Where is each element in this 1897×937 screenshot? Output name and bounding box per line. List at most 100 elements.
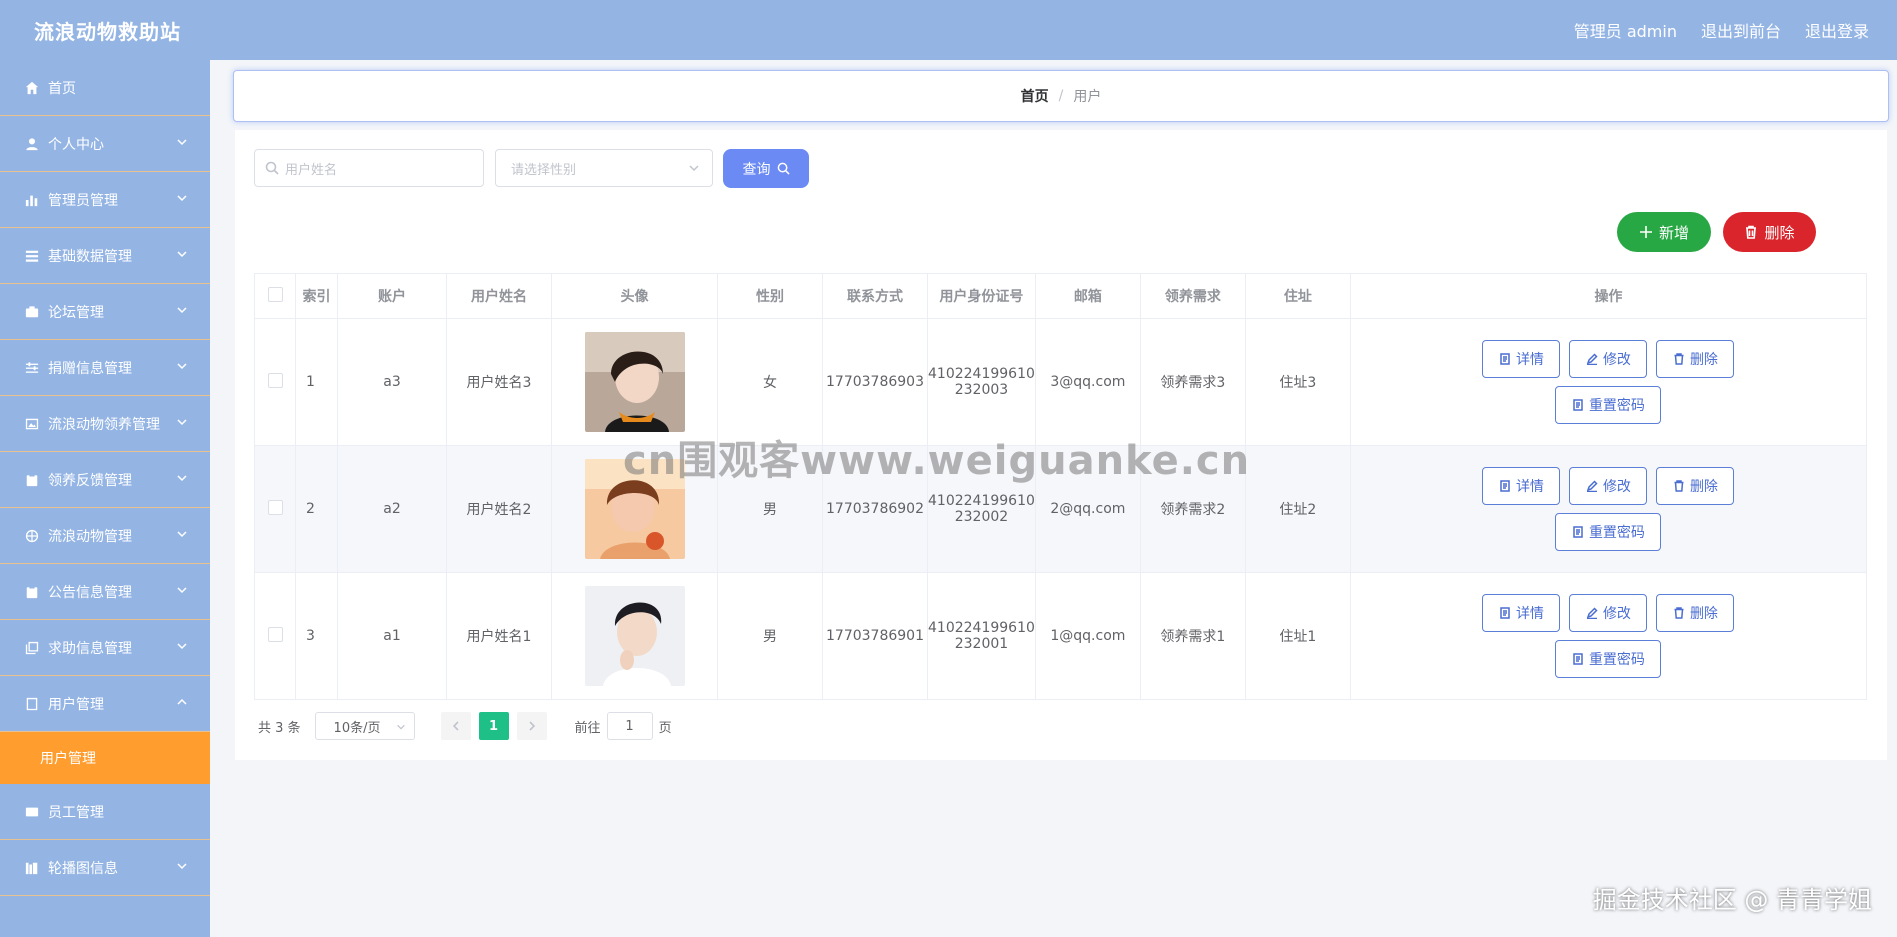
row-select-cell <box>254 572 296 700</box>
page-number-active[interactable]: 1 <box>478 712 509 740</box>
breadcrumb-home[interactable]: 首页 <box>1021 86 1049 106</box>
sidebar-item-forum[interactable]: 论坛管理 <box>0 284 210 340</box>
avatar[interactable] <box>584 459 685 559</box>
reset-password-button[interactable]: 重置密码 <box>1555 386 1662 424</box>
next-page-button[interactable] <box>516 712 547 740</box>
row-checkbox[interactable] <box>267 626 283 642</box>
document-icon <box>1500 480 1510 492</box>
trash-icon <box>1674 480 1684 492</box>
chevron-right-icon <box>528 721 535 731</box>
query-button[interactable]: 查询 <box>723 149 809 188</box>
row-checkbox[interactable] <box>267 372 283 388</box>
cell-address: 住址1 <box>1244 572 1351 700</box>
cell-actions: 详情 修改 删除 重置密码 <box>1349 572 1868 700</box>
id-number-line: 232001 <box>954 636 1009 652</box>
sidebar-item-notice[interactable]: 公告信息管理 <box>0 564 210 620</box>
document-icon <box>24 696 40 712</box>
cell-email: 2@qq.com <box>1034 445 1141 573</box>
page-size-select[interactable]: 10条/页 <box>314 712 415 740</box>
cell-id-number: 410224199610 232002 <box>927 445 1036 573</box>
detail-button[interactable]: 详情 <box>1482 467 1561 505</box>
select-all-checkbox[interactable] <box>267 286 283 302</box>
sidebar-subitem-user-management[interactable]: 用户管理 <box>0 732 210 784</box>
cell-name: 用户姓名2 <box>446 445 552 573</box>
id-number-line: 410224199610 <box>928 493 1035 509</box>
detail-button[interactable]: 详情 <box>1482 340 1561 378</box>
chevron-down-icon <box>176 136 188 152</box>
sidebar-item-label: 管理员管理 <box>48 192 118 209</box>
sliders-icon <box>24 360 40 376</box>
cell-id-number: 410224199610 232003 <box>927 318 1036 446</box>
search-name-placeholder: 用户姓名 <box>285 162 338 178</box>
admin-user-label[interactable]: 管理员 admin <box>1574 18 1677 42</box>
delete-button[interactable]: 删除 <box>1656 467 1735 505</box>
sidebar-item-profile[interactable]: 个人中心 <box>0 116 210 172</box>
table-row: 1 a3 用户姓名3 女 17703786903 410224199610 23… <box>254 318 1868 446</box>
sidebar-item-help[interactable]: 求助信息管理 <box>0 620 210 676</box>
reset-password-button[interactable]: 重置密码 <box>1555 640 1662 678</box>
top-header: 流浪动物救助站 管理员 admin 退出到前台 退出登录 <box>0 0 1897 60</box>
logout-link[interactable]: 退出登录 <box>1805 18 1869 42</box>
book-icon <box>24 860 40 876</box>
sidebar-item-home[interactable]: 首页 <box>0 60 210 116</box>
page-jumper: 前往 1 页 <box>575 712 672 740</box>
edit-button[interactable]: 修改 <box>1569 467 1648 505</box>
sidebar-item-donation[interactable]: 捐赠信息管理 <box>0 340 210 396</box>
image-icon <box>24 416 40 432</box>
avatar[interactable] <box>584 586 685 686</box>
copy-icon <box>24 640 40 656</box>
sidebar-item-staff[interactable]: 员工管理 <box>0 784 210 840</box>
avatar[interactable] <box>584 332 685 432</box>
edit-button[interactable]: 修改 <box>1569 340 1648 378</box>
detail-button[interactable]: 详情 <box>1482 594 1561 632</box>
reset-password-label: 重置密码 <box>1588 398 1645 414</box>
cell-need: 领养需求3 <box>1139 318 1246 446</box>
exit-to-front-link[interactable]: 退出到前台 <box>1701 18 1781 42</box>
clipboard-icon <box>24 472 40 488</box>
chevron-down-icon <box>176 416 188 432</box>
edit-button-label: 修改 <box>1602 479 1631 495</box>
trash-icon <box>1674 607 1684 619</box>
cell-name: 用户姓名3 <box>446 318 552 446</box>
batch-delete-button[interactable]: 删除 <box>1723 212 1816 252</box>
column-header: 邮箱 <box>1034 273 1141 319</box>
chevron-down-icon <box>176 248 188 264</box>
home-icon <box>24 80 40 96</box>
sidebar-item-label: 领养反馈管理 <box>48 472 132 489</box>
footer-watermark: 掘金技术社区 @ 青青学姐 <box>1592 886 1872 914</box>
page-size-value: 10条/页 <box>333 720 381 736</box>
sidebar-item-label: 基础数据管理 <box>48 248 132 265</box>
document-icon <box>1500 353 1510 365</box>
reset-password-button[interactable]: 重置密码 <box>1555 513 1662 551</box>
prev-page-button[interactable] <box>440 712 471 740</box>
sidebar-item-users[interactable]: 用户管理 <box>0 676 210 732</box>
sidebar-item-feedback[interactable]: 领养反馈管理 <box>0 452 210 508</box>
delete-button[interactable]: 删除 <box>1656 594 1735 632</box>
column-header: 操作 <box>1349 273 1868 319</box>
sidebar-item-adoption[interactable]: 流浪动物领养管理 <box>0 396 210 452</box>
column-header: 性别 <box>717 273 823 319</box>
delete-button[interactable]: 删除 <box>1656 340 1735 378</box>
sidebar-item-animals[interactable]: 流浪动物管理 <box>0 508 210 564</box>
page-jumper-input[interactable]: 1 <box>606 712 653 740</box>
edit-icon <box>1586 353 1598 365</box>
chevron-down-icon <box>176 640 188 656</box>
row-checkbox[interactable] <box>267 499 283 515</box>
edit-button-label: 修改 <box>1602 352 1631 368</box>
document-icon <box>1573 653 1583 665</box>
sidebar-item-base-data[interactable]: 基础数据管理 <box>0 228 210 284</box>
search-name-input[interactable]: 用户姓名 <box>254 149 484 187</box>
sidebar-item-admins[interactable]: 管理员管理 <box>0 172 210 228</box>
cell-need: 领养需求2 <box>1139 445 1246 573</box>
table-header-row: 索引 账户 用户姓名 头像 性别 联系方式 用户身份证号 邮箱 领养需求 住址 … <box>254 273 1868 319</box>
chevron-down-icon <box>176 192 188 208</box>
cell-id-number: 410224199610 232001 <box>927 572 1036 700</box>
sidebar-item-carousel[interactable]: 轮播图信息 <box>0 840 210 896</box>
edit-icon <box>1586 607 1598 619</box>
document-icon <box>1573 399 1583 411</box>
edit-button[interactable]: 修改 <box>1569 594 1648 632</box>
add-button[interactable]: 新增 <box>1617 212 1711 252</box>
sidebar-item-label: 流浪动物管理 <box>48 528 132 545</box>
gender-select[interactable]: 请选择性别 <box>495 149 713 187</box>
cell-address: 住址3 <box>1244 318 1351 446</box>
